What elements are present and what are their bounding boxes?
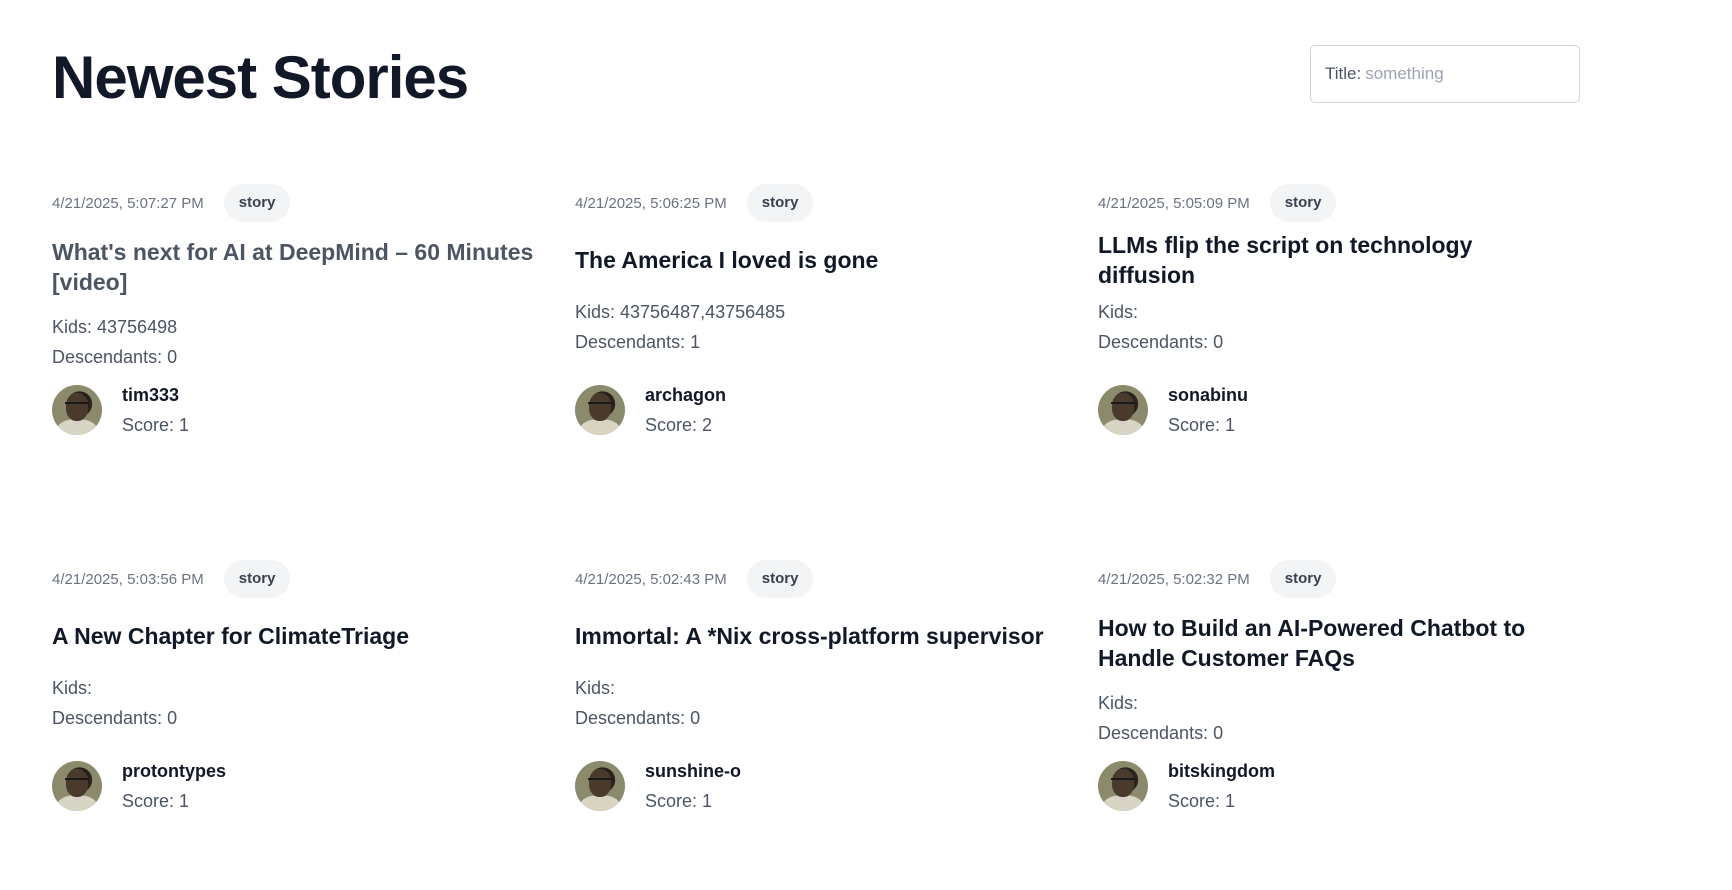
- story-title-wrap: What's next for AI at DeepMind – 60 Minu…: [52, 222, 535, 312]
- story-title-link[interactable]: Immortal: A *Nix cross-platform supervis…: [575, 621, 1044, 651]
- author-name[interactable]: tim333: [122, 380, 189, 410]
- story-date: 4/21/2025, 5:05:09 PM: [1098, 194, 1250, 212]
- story-kids: Kids: 43756487,43756485: [575, 302, 786, 322]
- story-score: Score: 1: [122, 415, 190, 435]
- story-date: 4/21/2025, 5:02:43 PM: [575, 570, 727, 588]
- story-title-link[interactable]: A New Chapter for ClimateTriage: [52, 621, 409, 651]
- story-date: 4/21/2025, 5:03:56 PM: [52, 570, 204, 588]
- story-kids: Kids:: [575, 678, 616, 698]
- author-text: sonabinu Score: 1: [1168, 380, 1248, 440]
- story-card: 4/21/2025, 5:02:32 PM story How to Build…: [1098, 560, 1598, 890]
- avatar: [575, 761, 625, 811]
- author-name[interactable]: archagon: [645, 380, 726, 410]
- avatar: [52, 385, 102, 435]
- story-card: 4/21/2025, 5:06:25 PM story The America …: [575, 184, 1098, 560]
- author-name[interactable]: bitskingdom: [1168, 756, 1275, 786]
- author-text: protontypes Score: 1: [122, 756, 226, 816]
- story-type-badge: story: [1269, 560, 1337, 598]
- story-meta: 4/21/2025, 5:05:09 PM story: [1098, 184, 1558, 222]
- story-card: 4/21/2025, 5:03:56 PM story A New Chapte…: [52, 560, 575, 890]
- story-type-badge: story: [223, 560, 291, 598]
- story-title-link[interactable]: How to Build an AI-Powered Chatbot to Ha…: [1098, 613, 1558, 673]
- story-author: sunshine-o Score: 1: [575, 756, 741, 816]
- story-author: tim333 Score: 1: [52, 380, 189, 440]
- story-author: archagon Score: 2: [575, 380, 726, 440]
- story-type-badge: story: [223, 184, 291, 222]
- search-label: Title:: [1325, 64, 1362, 83]
- author-text: tim333 Score: 1: [122, 380, 189, 440]
- story-meta: 4/21/2025, 5:06:25 PM story: [575, 184, 1058, 222]
- avatar: [1098, 761, 1148, 811]
- avatar: [1098, 385, 1148, 435]
- story-date: 4/21/2025, 5:02:32 PM: [1098, 570, 1250, 588]
- author-name[interactable]: protontypes: [122, 756, 226, 786]
- story-meta: 4/21/2025, 5:02:32 PM story: [1098, 560, 1558, 598]
- avatar: [52, 761, 102, 811]
- story-kids: Kids:: [1098, 693, 1139, 713]
- story-kids: Kids:: [52, 678, 93, 698]
- story-type-badge: story: [746, 184, 814, 222]
- story-grid: 4/21/2025, 5:07:27 PM story What's next …: [52, 184, 1622, 890]
- author-text: bitskingdom Score: 1: [1168, 756, 1275, 816]
- story-score: Score: 1: [1168, 415, 1236, 435]
- story-title-wrap: How to Build an AI-Powered Chatbot to Ha…: [1098, 598, 1558, 688]
- story-type-badge: story: [1269, 184, 1337, 222]
- story-descendants: Descendants: 0: [1098, 723, 1224, 743]
- story-meta: 4/21/2025, 5:02:43 PM story: [575, 560, 1058, 598]
- story-title-wrap: A New Chapter for ClimateTriage: [52, 598, 535, 673]
- story-title-wrap: Immortal: A *Nix cross-platform supervis…: [575, 598, 1058, 673]
- author-name[interactable]: sonabinu: [1168, 380, 1248, 410]
- story-date: 4/21/2025, 5:07:27 PM: [52, 194, 204, 212]
- story-score: Score: 1: [1168, 791, 1236, 811]
- story-score: Score: 1: [645, 791, 713, 811]
- page-title: Newest Stories: [52, 44, 469, 111]
- story-card: 4/21/2025, 5:07:27 PM story What's next …: [52, 184, 575, 560]
- title-search-input[interactable]: [1365, 64, 1526, 84]
- story-meta: 4/21/2025, 5:07:27 PM story: [52, 184, 535, 222]
- story-title-wrap: The America I loved is gone: [575, 222, 1058, 297]
- story-author: bitskingdom Score: 1: [1098, 756, 1275, 816]
- story-score: Score: 1: [122, 791, 190, 811]
- story-meta: 4/21/2025, 5:03:56 PM story: [52, 560, 535, 598]
- story-descendants: Descendants: 0: [52, 347, 178, 367]
- story-title-link[interactable]: The America I loved is gone: [575, 245, 878, 275]
- story-author: protontypes Score: 1: [52, 756, 226, 816]
- story-descendants: Descendants: 1: [575, 332, 701, 352]
- story-title-wrap: LLMs flip the script on technology diffu…: [1098, 222, 1558, 297]
- story-type-badge: story: [746, 560, 814, 598]
- story-kids: Kids:: [1098, 302, 1139, 322]
- avatar: [575, 385, 625, 435]
- story-score: Score: 2: [645, 415, 713, 435]
- story-descendants: Descendants: 0: [575, 708, 701, 728]
- page-header: Newest Stories Title:: [52, 38, 1582, 118]
- story-card: 4/21/2025, 5:02:43 PM story Immortal: A …: [575, 560, 1098, 890]
- story-date: 4/21/2025, 5:06:25 PM: [575, 194, 727, 212]
- story-card: 4/21/2025, 5:05:09 PM story LLMs flip th…: [1098, 184, 1598, 560]
- title-search-box[interactable]: Title:: [1310, 45, 1580, 103]
- author-text: archagon Score: 2: [645, 380, 726, 440]
- author-name[interactable]: sunshine-o: [645, 756, 741, 786]
- story-kids: Kids: 43756498: [52, 317, 178, 337]
- story-title-link[interactable]: LLMs flip the script on technology diffu…: [1098, 230, 1558, 290]
- story-descendants: Descendants: 0: [1098, 332, 1224, 352]
- story-descendants: Descendants: 0: [52, 708, 178, 728]
- story-title-link[interactable]: What's next for AI at DeepMind – 60 Minu…: [52, 237, 535, 297]
- story-author: sonabinu Score: 1: [1098, 380, 1248, 440]
- author-text: sunshine-o Score: 1: [645, 756, 741, 816]
